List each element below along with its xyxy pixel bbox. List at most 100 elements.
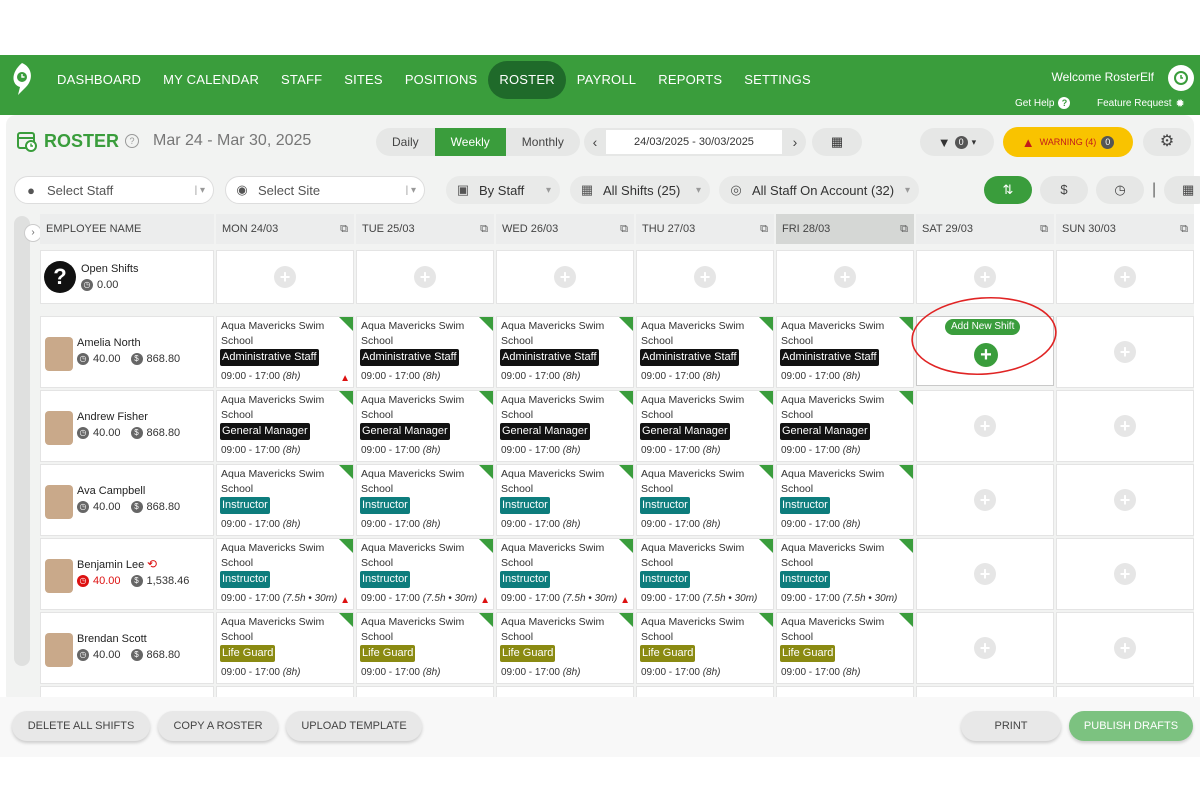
empty-shift-cell[interactable]: + [1056,390,1194,462]
shift-card[interactable]: Aqua Mavericks Swim School Instructor 09:0… [496,538,634,610]
copy-icon[interactable]: ⧉ [620,214,628,244]
warning-triangle-icon[interactable]: ▲ [480,595,490,606]
empty-shift-cell[interactable]: + [916,464,1054,536]
help-question-icon[interactable]: ? [125,134,140,148]
settings-button[interactable]: ⚙ [1143,128,1191,156]
shift-card[interactable]: Aqua Mavericks Swim School Instructor 09:0… [636,538,774,610]
plus-icon[interactable]: + [1114,341,1136,363]
side-scrollbar[interactable] [14,216,30,666]
empty-shift-cell[interactable]: + [1056,612,1194,684]
select-staff-dropdown[interactable]: ● Select Staff | ▾ [14,176,214,204]
plus-icon[interactable]: + [554,266,576,288]
copy-icon[interactable]: ⧉ [1040,214,1048,244]
shift-card[interactable]: Aqua Mavericks Swim School Instructor 09:0… [776,464,914,536]
publish-drafts-button[interactable]: PUBLISH DRAFTS [1069,711,1193,741]
shift-card[interactable]: Aqua Mavericks Swim School Instructor 09:0… [636,464,774,536]
plus-icon[interactable]: + [974,563,996,585]
shift-card[interactable]: Aqua Mavericks Swim School Administrative… [216,316,354,388]
nav-item-staff[interactable]: STAFF [270,61,333,99]
warning-triangle-icon[interactable]: ▲ [340,595,350,606]
shift-card[interactable]: Aqua Mavericks Swim School Administrative… [636,316,774,388]
shifts-dropdown[interactable]: ▦ All Shifts (25) ▾ [570,176,710,204]
date-range-input[interactable]: 24/03/2025 - 30/03/2025 [606,130,782,154]
nav-item-roster[interactable]: ROSTER [488,61,566,99]
plus-icon[interactable]: + [974,637,996,659]
empty-shift-cell[interactable]: + [1056,316,1194,388]
plus-icon[interactable]: + [974,415,996,437]
upload-template-button[interactable]: UPLOAD TEMPLATE [286,711,422,741]
next-week-chevron-icon[interactable]: › [784,128,806,156]
open-shift-cell[interactable]: + [216,250,354,304]
feature-request-link[interactable]: Feature Request ✹ [1097,97,1185,110]
empty-shift-cell[interactable]: + [1056,538,1194,610]
shift-card[interactable]: Aqua Mavericks Swim School Instructor 09:0… [496,464,634,536]
select-site-dropdown[interactable]: ◉ Select Site | ▾ [225,176,425,204]
nav-item-positions[interactable]: POSITIONS [394,61,489,99]
view-tab-daily[interactable]: Daily [376,128,435,156]
cost-toggle-button[interactable]: $ [1040,176,1088,204]
employee-row[interactable]: Brendan Scott ◷ 40.00 $868.80 [40,612,214,684]
plus-icon[interactable]: + [974,489,996,511]
warning-triangle-icon[interactable]: ▲ [620,595,630,606]
plus-icon[interactable]: + [414,266,436,288]
shift-card[interactable]: Aqua Mavericks Swim School Instructor 09:0… [356,464,494,536]
empty-shift-cell[interactable]: + [916,390,1054,462]
copy-roster-button[interactable]: COPY A ROSTER [158,711,278,741]
nav-item-payroll[interactable]: PAYROLL [566,61,647,99]
shift-card[interactable]: Aqua Mavericks Swim School Administrative… [356,316,494,388]
nav-item-sites[interactable]: SITES [333,61,394,99]
shift-card[interactable]: Aqua Mavericks Swim School Instructor 09:0… [356,538,494,610]
filter-button[interactable]: ▼ 0 ▾ [920,128,994,156]
plus-icon[interactable]: + [1114,266,1136,288]
shift-card[interactable]: Aqua Mavericks Swim School Administrative… [496,316,634,388]
view-tab-monthly[interactable]: Monthly [506,128,580,156]
nav-item-dashboard[interactable]: DASHBOARD [46,61,152,99]
empty-shift-cell[interactable]: + [916,612,1054,684]
plus-icon[interactable]: + [1114,489,1136,511]
warning-triangle-icon[interactable]: ▲ [340,373,350,384]
empty-shift-cell[interactable]: + [1056,464,1194,536]
shift-card[interactable]: Aqua Mavericks Swim School General Manage… [776,390,914,462]
plus-icon[interactable]: + [274,266,296,288]
group-by-dropdown[interactable]: ▣ By Staff ▾ [446,176,560,204]
shift-card[interactable]: Aqua Mavericks Swim School Life Guard 09:0… [776,612,914,684]
nav-item-settings[interactable]: SETTINGS [733,61,822,99]
copy-icon[interactable]: ⧉ [480,214,488,244]
employee-row[interactable]: Andrew Fisher ◷ 40.00 $868.80 [40,390,214,462]
shift-card[interactable]: Aqua Mavericks Swim School Instructor 09:0… [776,538,914,610]
shift-card[interactable]: Aqua Mavericks Swim School General Manage… [356,390,494,462]
shift-card[interactable]: Aqua Mavericks Swim School General Manage… [636,390,774,462]
prev-week-chevron-icon[interactable]: ‹ [584,128,606,156]
rosterelf-logo-icon[interactable] [8,61,36,97]
open-shift-cell[interactable]: + [776,250,914,304]
calendar-view-button[interactable]: ▦ [1164,176,1200,204]
print-button[interactable]: PRINT [961,711,1061,741]
calendar-picker-button[interactable]: ▦ [812,128,862,156]
shift-card[interactable]: Aqua Mavericks Swim School Instructor 09:0… [216,464,354,536]
employee-row[interactable]: Amelia North ◷ 40.00 $868.80 [40,316,214,388]
open-shift-cell[interactable]: + [636,250,774,304]
nav-item-reports[interactable]: REPORTS [647,61,733,99]
employee-row[interactable]: Ava Campbell ◷ 40.00 $868.80 [40,464,214,536]
plus-icon[interactable]: + [1114,415,1136,437]
shift-card[interactable]: Aqua Mavericks Swim School General Manage… [216,390,354,462]
shift-card[interactable]: Aqua Mavericks Swim School Administrative… [776,316,914,388]
hours-sort-button[interactable]: ◷ [1096,176,1144,204]
open-shift-cell[interactable]: + [496,250,634,304]
get-help-link[interactable]: Get Help ? [1015,97,1071,109]
shift-card[interactable]: Aqua Mavericks Swim School Life Guard 09:0… [636,612,774,684]
copy-icon[interactable]: ⧉ [1180,214,1188,244]
shift-card[interactable]: Aqua Mavericks Swim School Life Guard 09:0… [216,612,354,684]
nav-item-my-calendar[interactable]: MY CALENDAR [152,61,270,99]
employee-row[interactable]: Benjamin Lee ⟲ ◷ 40.00 $1,538.46 [40,538,214,610]
sort-button[interactable]: ⇅ [984,176,1032,204]
delete-all-shifts-button[interactable]: DELETE ALL SHIFTS [12,711,150,741]
empty-shift-cell[interactable]: + [916,538,1054,610]
shift-card[interactable]: Aqua Mavericks Swim School General Manage… [496,390,634,462]
plus-icon[interactable]: + [974,266,996,288]
staff-scope-dropdown[interactable]: ◎ All Staff On Account (32) ▾ [719,176,919,204]
shift-card[interactable]: Aqua Mavericks Swim School Life Guard 09:0… [356,612,494,684]
warning-button[interactable]: ▲ WARNING (4) 0 [1003,127,1133,157]
plus-icon[interactable]: + [1114,637,1136,659]
swap-alert-icon[interactable]: ⟲ [147,557,157,571]
